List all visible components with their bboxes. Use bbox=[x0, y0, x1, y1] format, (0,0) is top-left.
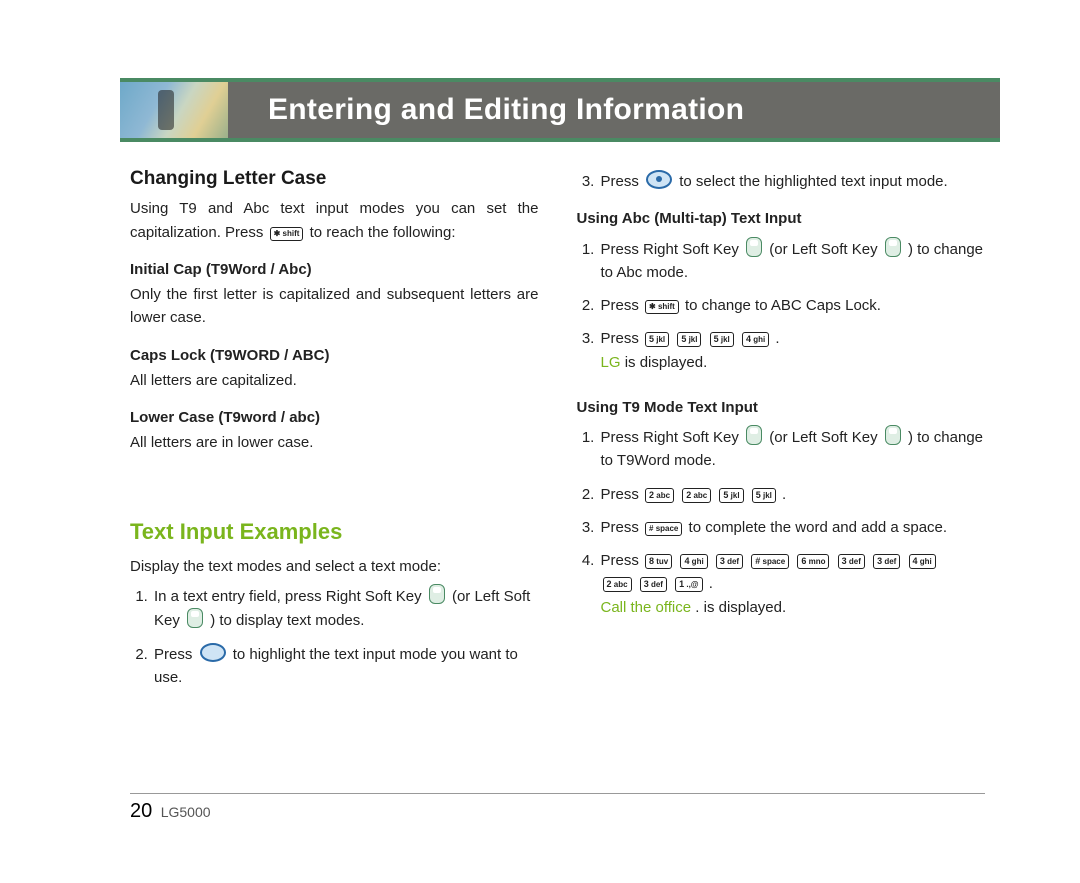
keypad-key-icon: 4 ghi bbox=[742, 332, 769, 347]
page-footer: 20 LG5000 bbox=[130, 793, 985, 823]
model-label: LG5000 bbox=[161, 804, 211, 820]
body-text: Display the text modes and select a text… bbox=[130, 555, 539, 578]
step-list: In a text entry field, press Right Soft … bbox=[130, 584, 539, 689]
list-item: Press 5 jkl 5 jkl 5 jkl 4 ghi . LG is di… bbox=[599, 327, 986, 374]
left-softkey-icon bbox=[187, 608, 203, 628]
keypad-key-icon: 5 jkl bbox=[719, 488, 743, 503]
keypad-key-icon: 3 def bbox=[716, 554, 743, 569]
keypad-key-icon: 5 jkl bbox=[677, 332, 701, 347]
list-item: Press ✱ shift to change to ABC Caps Lock… bbox=[599, 294, 986, 317]
list-item: Press 2 abc 2 abc 5 jkl 5 jkl . bbox=[599, 483, 986, 506]
list-item: Press 8 tuv 4 ghi 3 def # space 6 mno 3 … bbox=[599, 549, 986, 619]
star-key-icon: ✱ shift bbox=[270, 227, 304, 241]
sub-heading: Lower Case (T9word / abc) bbox=[130, 406, 539, 429]
list-item: Press # space to complete the word and a… bbox=[599, 516, 986, 539]
manual-page: Entering and Editing Information Changin… bbox=[0, 0, 1080, 883]
body-text: Only the first letter is capitalized and… bbox=[130, 283, 539, 330]
list-item: Press Right Soft Key (or Left Soft Key )… bbox=[599, 237, 986, 285]
body-text: Using T9 and Abc text input modes you ca… bbox=[130, 197, 539, 244]
hash-key-icon: # space bbox=[645, 522, 682, 536]
keypad-key-icon: 5 jkl bbox=[752, 488, 776, 503]
page-header: Entering and Editing Information bbox=[120, 78, 1000, 142]
page-title: Entering and Editing Information bbox=[268, 93, 744, 127]
keypad-key-icon: 4 ghi bbox=[680, 554, 707, 569]
keypad-key-icon: 2 abc bbox=[603, 577, 632, 592]
keypad-key-icon: 5 jkl bbox=[645, 332, 669, 347]
right-softkey-icon bbox=[429, 584, 445, 604]
keypad-key-icon: 2 abc bbox=[645, 488, 674, 503]
keypad-key-icon: 3 def bbox=[873, 554, 900, 569]
nav-ring-icon bbox=[200, 643, 226, 662]
sub-heading: Initial Cap (T9Word / Abc) bbox=[130, 258, 539, 281]
left-softkey-icon bbox=[885, 425, 901, 445]
keypad-key-icon: # space bbox=[751, 554, 789, 569]
keypad-key-icon: 8 tuv bbox=[645, 554, 672, 569]
star-key-icon: ✱ shift bbox=[645, 300, 679, 314]
step-list: Press Right Soft Key (or Left Soft Key )… bbox=[577, 237, 986, 374]
list-item: Press to highlight the text input mode y… bbox=[152, 643, 539, 690]
keypad-key-icon: 1 .,@ bbox=[675, 577, 702, 592]
sub-heading: Caps Lock (T9WORD / ABC) bbox=[130, 344, 539, 367]
step-list: Press to select the highlighted text inp… bbox=[577, 170, 986, 193]
display-result: Call the office bbox=[601, 599, 692, 616]
header-photo bbox=[120, 82, 228, 138]
list-item: Press Right Soft Key (or Left Soft Key )… bbox=[599, 425, 986, 473]
body-text: All letters are in lower case. bbox=[130, 431, 539, 454]
right-softkey-icon bbox=[746, 425, 762, 445]
keypad-key-icon: 6 mno bbox=[797, 554, 829, 569]
keypad-key-icon: 3 def bbox=[838, 554, 865, 569]
keypad-key-icon: 3 def bbox=[640, 577, 667, 592]
page-number: 20 bbox=[130, 800, 152, 822]
body-text: All letters are capitalized. bbox=[130, 369, 539, 392]
list-item: Press to select the highlighted text inp… bbox=[599, 170, 986, 193]
right-column: Press to select the highlighted text inp… bbox=[577, 164, 986, 699]
keypad-key-icon: 2 abc bbox=[682, 488, 711, 503]
section-heading: Text Input Examples bbox=[130, 515, 539, 549]
display-result: LG bbox=[601, 354, 621, 371]
list-item: In a text entry field, press Right Soft … bbox=[152, 584, 539, 633]
right-softkey-icon bbox=[746, 237, 762, 257]
sub-heading: Using Abc (Multi-tap) Text Input bbox=[577, 207, 986, 230]
left-softkey-icon bbox=[885, 237, 901, 257]
section-heading: Changing Letter Case bbox=[130, 164, 539, 193]
step-list: Press Right Soft Key (or Left Soft Key )… bbox=[577, 425, 986, 619]
sub-heading: Using T9 Mode Text Input bbox=[577, 396, 986, 419]
ok-key-icon bbox=[646, 170, 672, 189]
keypad-key-icon: 5 jkl bbox=[710, 332, 734, 347]
left-column: Changing Letter Case Using T9 and Abc te… bbox=[130, 164, 539, 699]
keypad-key-icon: 4 ghi bbox=[909, 554, 936, 569]
